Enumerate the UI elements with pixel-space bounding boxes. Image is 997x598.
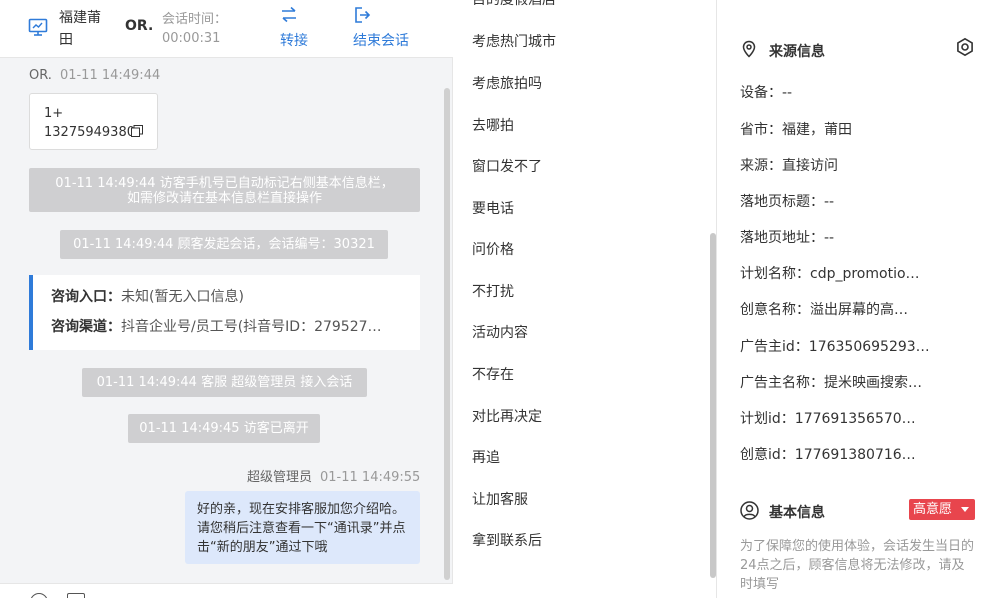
visitor-location: 福建莆田 [59,10,101,48]
field-label: 省市： [740,122,782,138]
caret-down-icon [961,507,969,512]
field-creative-name: 创意名称：溢出屏幕的高… [740,299,980,319]
visitor-meta-time: 01-11 14:49:44 [59,68,161,83]
chat-panel: 福建莆田 OR. 会话时间： 00:00:31 转接 结束会话 OR. 01-11… [0,0,453,598]
consult-channel-value: 抖音企业号/员工号(抖音号ID：279527… [121,319,382,335]
field-landing-title: 落地页标题：-- [740,191,980,211]
visitor-meta-name: OR. [29,68,52,83]
consult-info-card: 咨询入口：未知(暂无入口信息) 咨询渠道：抖音企业号/员工号(抖音号ID：279… [29,275,420,350]
chat-messages[interactable]: OR. 01-11 14:49:44 1+ 13275949380 01-11 1… [0,59,453,583]
field-value: 177691356570… [794,411,916,427]
visitor-message-meta: OR. 01-11 14:49:44 [29,68,160,83]
quick-reply-item[interactable]: 去哪拍 [472,115,514,135]
field-label: 落地页标题： [740,194,824,210]
field-value: -- [824,230,835,246]
quick-reply-item[interactable]: 活动内容 [472,322,528,342]
image-icon[interactable] [67,593,85,598]
field-plan-name: 计划名称：cdp_promotio… [740,263,980,283]
session-time-label: 会话时间： [162,12,228,27]
field-value: 福建，莆田 [782,122,852,138]
consult-entry-label: 咨询入口： [51,289,121,305]
field-province-city: 省市：福建，莆田 [740,119,980,139]
field-label: 创意名称： [740,302,810,318]
end-session-button[interactable]: 结束会话 [353,6,409,50]
quick-replies-panel: 目的度假酒店 考虑热门城市 考虑旅拍吗 去哪拍 窗口发不了 要电话 问价格 不打… [454,0,717,598]
location-pin-icon [742,40,756,58]
system-message: 01-11 14:49:44 访客手机号已自动标记右侧基本信息栏，如需修改请在基… [29,168,420,212]
source-info-title: 来源信息 [769,44,825,60]
logout-icon [355,7,371,23]
quick-reply-item[interactable]: 对比再决定 [472,406,542,426]
field-device: 设备：-- [740,82,980,102]
intent-level-dropdown[interactable]: 高意愿 [909,499,975,520]
quick-reply-item[interactable]: 考虑热门城市 [472,31,556,51]
field-label: 广告主id： [740,339,809,355]
transfer-label: 转接 [280,33,308,49]
monitor-icon [28,18,48,36]
field-value: 提米映画搜索… [824,375,922,391]
field-landing-url: 落地页地址：-- [740,227,980,247]
user-icon [740,501,759,520]
field-value: 176350695293… [808,339,930,355]
quick-replies-scrollbar[interactable] [710,233,716,578]
field-label: 落地页地址： [740,230,824,246]
quick-reply-item[interactable]: 再追 [472,447,500,467]
transfer-button[interactable]: 转接 [280,6,308,50]
agent-meta-name: 超级管理员 [247,470,313,485]
system-message: 01-11 14:49:45 访客已离开 [128,414,320,443]
field-value: -- [824,194,835,210]
copy-icon[interactable] [131,125,143,137]
field-advertiser-id: 广告主id：176350695293… [740,336,980,356]
visitor-info-panel: 来源信息 设备：-- 省市：福建，莆田 来源：直接访问 落地页标题：-- 落地页… [718,0,997,598]
consult-entry-value: 未知(暂无入口信息) [121,289,244,305]
phone-message-bubble: 1+ 13275949380 [29,93,158,150]
field-plan-id: 计划id：177691356570… [740,408,980,428]
system-message: 01-11 14:49:44 客服 超级管理员 接入会话 [82,368,367,397]
consult-entry-row: 咨询入口：未知(暂无入口信息) [51,287,401,317]
quick-reply-item[interactable]: 不存在 [472,364,514,384]
field-label: 来源： [740,158,782,174]
field-creative-id: 创意id：177691380716… [740,444,980,464]
field-label: 广告主名称： [740,375,824,391]
settings-icon[interactable] [955,37,975,57]
field-label: 计划名称： [740,266,810,282]
quick-reply-item[interactable]: 窗口发不了 [472,156,542,176]
basic-info-title: 基本信息 [769,505,825,521]
field-label: 创意id： [740,447,795,463]
emoji-icon[interactable] [30,593,48,598]
visitor-name: OR. [125,18,154,34]
field-value: 溢出屏幕的高… [810,302,908,318]
field-value: -- [782,85,793,101]
agent-message-bubble: 好的亲，现在安排客服加您介绍哈。请您稍后注意查看一下“通讯录”并点击“新的朋友”… [185,491,420,564]
field-value: 直接访问 [782,158,838,174]
field-source: 来源：直接访问 [740,155,980,175]
field-value: cdp_promotio… [810,266,920,282]
quick-reply-item[interactable]: 目的度假酒店 [472,0,556,9]
transfer-icon [282,6,296,23]
agent-message-meta: 超级管理员 01-11 14:49:55 [247,466,420,485]
session-time-value: 00:00:31 [162,31,221,46]
quick-reply-item[interactable]: 让加客服 [472,489,528,509]
consult-channel-row: 咨询渠道：抖音企业号/员工号(抖音号ID：279527… [51,317,401,347]
field-advertiser-name: 广告主名称：提米映画搜索… [740,372,980,392]
phone-country-code: 1+ [44,106,64,121]
quick-reply-item[interactable]: 考虑旅拍吗 [472,73,542,93]
quick-reply-item[interactable]: 不打扰 [472,281,514,301]
chat-scrollbar[interactable] [444,88,450,580]
consult-channel-label: 咨询渠道： [51,319,121,335]
field-label: 计划id： [740,411,795,427]
quick-reply-item[interactable]: 拿到联系后 [472,530,542,550]
intent-level-value: 高意愿 [913,502,953,517]
chat-input-toolbar [0,583,453,598]
system-message: 01-11 14:49:44 顾客发起会话，会话编号：30321 [60,230,388,259]
quick-reply-item[interactable]: 要电话 [472,198,514,218]
edit-notice: 为了保障您的使用体验，会话发生当日的24点之后，顾客信息将无法修改，请及时填写 [740,539,975,592]
field-value: 177691380716… [794,447,916,463]
field-label: 设备： [740,85,782,101]
end-session-label: 结束会话 [353,33,409,49]
quick-reply-item[interactable]: 问价格 [472,239,514,259]
chat-header: 福建莆田 OR. 会话时间： 00:00:31 转接 结束会话 [0,0,453,58]
agent-meta-time: 01-11 14:49:55 [320,470,421,485]
